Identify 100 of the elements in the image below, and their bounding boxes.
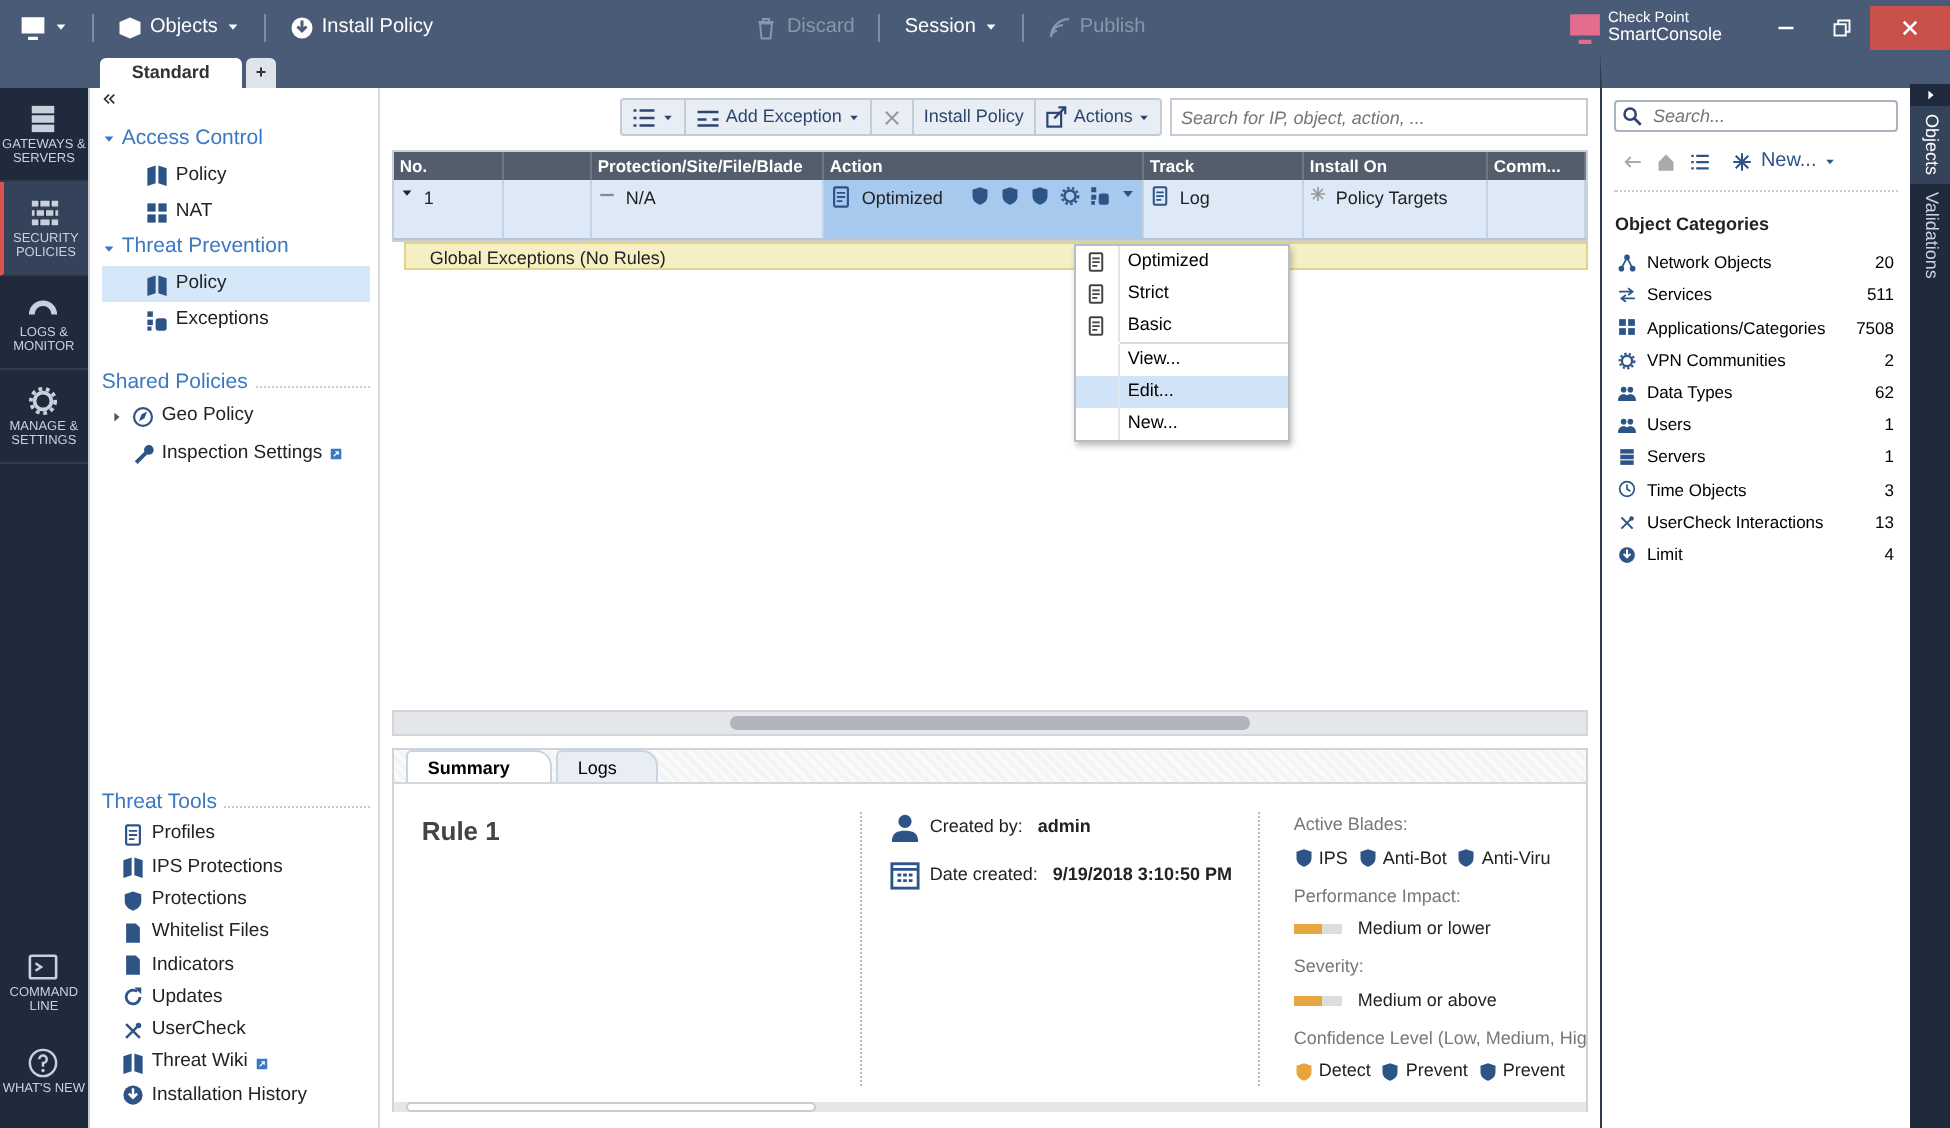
scrollbar[interactable] bbox=[393, 1101, 1587, 1111]
category-item[interactable]: Applications/Categories 7508 bbox=[1614, 311, 1898, 345]
server-icon bbox=[1618, 448, 1637, 467]
field-label: Confidence Level (Low, Medium, Hig bbox=[1293, 1025, 1587, 1052]
servers-icon bbox=[28, 104, 59, 134]
shield-icon bbox=[121, 889, 144, 912]
book-icon bbox=[145, 164, 168, 187]
tree-item[interactable]: Policy bbox=[101, 266, 370, 303]
shield-icon bbox=[999, 186, 1020, 206]
category-item[interactable]: Limit 4 bbox=[1614, 538, 1898, 571]
expanded-icon bbox=[101, 241, 116, 256]
tree-item[interactable]: Inspection Settings bbox=[101, 435, 370, 472]
tree-item[interactable]: Updates bbox=[101, 981, 370, 1015]
tree-item[interactable]: IPS Protections bbox=[101, 851, 370, 884]
collapsed-icon bbox=[109, 409, 124, 424]
download-icon bbox=[121, 1084, 144, 1107]
external-link-icon bbox=[255, 1057, 268, 1070]
tab[interactable]: Summary bbox=[405, 750, 552, 782]
users-icon bbox=[1618, 383, 1637, 402]
close-icon bbox=[1900, 17, 1920, 37]
tab[interactable]: Logs bbox=[555, 750, 659, 782]
caret-icon bbox=[661, 111, 674, 123]
monitor-icon bbox=[20, 14, 46, 40]
users-icon bbox=[1618, 416, 1637, 435]
scrollbar[interactable] bbox=[391, 710, 1589, 736]
add-exception-button[interactable]: Add Exception bbox=[685, 100, 872, 134]
delete-icon bbox=[881, 107, 902, 127]
file-icon bbox=[121, 954, 144, 977]
blade-name: Anti-Viru bbox=[1481, 845, 1551, 871]
asterisk-icon bbox=[1309, 186, 1326, 202]
category-item[interactable]: Servers 1 bbox=[1614, 441, 1898, 474]
policy-tab[interactable]: Standard bbox=[99, 58, 242, 88]
category-item[interactable]: VPN Communities 2 bbox=[1614, 344, 1898, 377]
tree-item[interactable]: Geo Policy bbox=[101, 398, 370, 435]
xcross-icon bbox=[1618, 513, 1637, 532]
calendar-icon bbox=[889, 860, 920, 890]
session-menu-button[interactable]: Session bbox=[896, 8, 1006, 46]
caret-icon bbox=[1824, 155, 1837, 167]
grid-icon bbox=[1618, 318, 1637, 337]
confidence-value: Prevent bbox=[1502, 1058, 1565, 1084]
dots-icon bbox=[145, 309, 168, 332]
category-item[interactable]: Services 511 bbox=[1614, 279, 1898, 312]
objects-menu-button[interactable]: Objects bbox=[110, 8, 248, 46]
blade-name: Anti-Bot bbox=[1382, 845, 1447, 871]
product-name: SmartConsole bbox=[1607, 25, 1722, 44]
search-field[interactable]: Search... bbox=[1614, 100, 1898, 132]
shield-icon bbox=[1357, 848, 1378, 869]
tree-item[interactable]: Installation History bbox=[101, 1079, 370, 1112]
category-item[interactable]: UserCheck Interactions 13 bbox=[1614, 506, 1898, 539]
install-policy-button[interactable]: Install Policy bbox=[281, 8, 441, 46]
profile-icon bbox=[1086, 284, 1107, 304]
confidence-value: Detect bbox=[1318, 1058, 1371, 1084]
tree-group[interactable]: Access Control bbox=[101, 122, 370, 158]
category-item[interactable]: Time Objects 3 bbox=[1614, 473, 1898, 506]
category-item[interactable]: Network Objects 20 bbox=[1614, 247, 1898, 280]
search-icon bbox=[1622, 106, 1643, 126]
category-item[interactable]: Users 1 bbox=[1614, 408, 1898, 442]
field-label: Date created: bbox=[929, 861, 1038, 888]
signal-icon bbox=[1047, 15, 1072, 39]
menu-item[interactable]: Basic bbox=[1075, 310, 1288, 342]
field-value: admin bbox=[1037, 813, 1091, 840]
tree-item[interactable]: Whitelist Files bbox=[101, 916, 370, 950]
tree-item[interactable]: Protections bbox=[101, 883, 370, 917]
tree-item[interactable]: UserCheck bbox=[101, 1014, 370, 1047]
caret-icon bbox=[847, 111, 860, 123]
new-menu-button[interactable]: New... bbox=[1724, 142, 1845, 180]
back-icon bbox=[1622, 151, 1643, 171]
field-label: Performance Impact: bbox=[1293, 883, 1463, 910]
tree-item[interactable]: Profiles bbox=[101, 818, 370, 852]
menu-item[interactable]: Edit... bbox=[1075, 376, 1288, 408]
tree-item[interactable]: Threat Wiki bbox=[101, 1046, 370, 1080]
actions-menu-button[interactable]: Actions bbox=[1035, 100, 1161, 134]
table-cell: Policy Targets bbox=[1303, 180, 1488, 238]
tree-item[interactable]: Exceptions bbox=[101, 302, 370, 339]
menu-item[interactable]: Strict bbox=[1075, 278, 1288, 310]
user-icon bbox=[889, 812, 920, 842]
crossed-icon bbox=[121, 1019, 144, 1042]
grid-icon bbox=[145, 201, 168, 224]
tree-item[interactable]: Indicators bbox=[101, 949, 370, 982]
tree-group[interactable]: Threat Prevention bbox=[101, 230, 370, 266]
search-field[interactable]: Search for IP, object, action, ... bbox=[1170, 98, 1589, 136]
tree-item[interactable]: Policy bbox=[101, 157, 370, 194]
external-link-icon bbox=[330, 447, 343, 460]
caret-icon bbox=[1119, 186, 1136, 202]
cube-icon bbox=[118, 15, 142, 39]
add-tab[interactable]: + bbox=[245, 58, 277, 88]
log-icon bbox=[1149, 186, 1170, 206]
help-icon bbox=[28, 1048, 59, 1078]
caret-icon bbox=[983, 20, 998, 34]
tree-item[interactable]: NAT bbox=[101, 194, 370, 231]
menu-item[interactable]: New... bbox=[1075, 408, 1288, 440]
side-tab[interactable]: Objects bbox=[1910, 106, 1950, 184]
install-policy-button[interactable]: Install Policy bbox=[913, 100, 1036, 134]
close-button[interactable] bbox=[1870, 5, 1950, 49]
field-label: Severity: bbox=[1293, 954, 1366, 980]
table-cell[interactable]: Optimized bbox=[823, 180, 1144, 238]
category-item[interactable]: Data Types 62 bbox=[1614, 376, 1898, 409]
field-label: Created by: bbox=[929, 813, 1023, 840]
table-cell: Log bbox=[1143, 180, 1304, 238]
dots-icon bbox=[1089, 186, 1110, 206]
